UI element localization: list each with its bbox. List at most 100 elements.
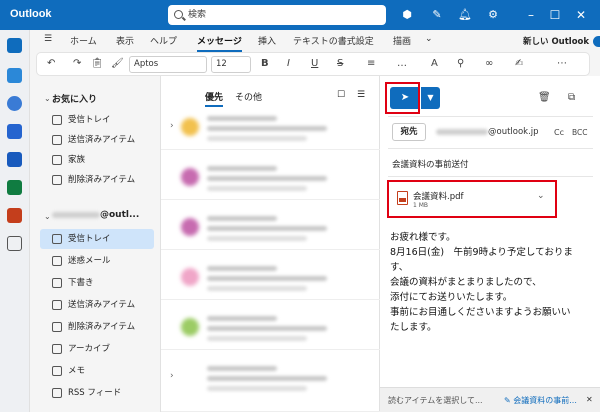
bold-icon[interactable]: B [261,58,269,69]
folder-rss[interactable]: RSS フィード [40,383,154,403]
favorites-header[interactable]: お気に入り [52,92,97,105]
send-icon [52,300,62,310]
attach-icon[interactable]: ⚲ [457,58,464,69]
to-button[interactable]: 宛先 [392,123,426,141]
list-item[interactable] [161,208,380,250]
ribbon-more-icon[interactable]: ⋯ [557,58,567,69]
chevron-right-icon[interactable]: › [170,121,174,131]
trash-icon[interactable]: 🗑︎ [538,92,551,103]
select-icon[interactable]: ☐ [337,90,345,100]
teams-icon[interactable]: ⬢ [400,8,414,22]
close-icon[interactable]: ✕ [572,6,590,24]
ribbon: ↶ ↷ 📋︎ 🖌︎ Aptos 12 B I U S ≡ … A ⚲ ∞ ✍ ⋯ [36,52,590,76]
maximize-icon[interactable]: ☐ [546,6,564,24]
folder-junk[interactable]: 迷惑メール [40,251,154,271]
format-painter-icon[interactable]: 🖌︎ [111,58,124,69]
calendar-icon[interactable] [7,68,22,83]
underline-icon[interactable]: U [311,58,318,69]
chevron-down-icon[interactable]: ⌄ [44,212,51,221]
tab-draft[interactable]: ✎ 会議資料の事前... [504,395,577,406]
folder-notes[interactable]: メモ [40,361,154,381]
list-item[interactable]: › [161,108,380,150]
folder-label: 下書き [68,278,94,288]
tab-text-format[interactable]: テキストの書式設定 [293,34,374,47]
list-item[interactable] [161,308,380,350]
tab-help[interactable]: ヘルプ [150,34,177,47]
chevron-right-icon[interactable]: › [170,371,174,381]
word-icon[interactable] [7,152,22,167]
clipboard-icon[interactable]: 📋︎ [91,58,104,69]
list-item[interactable] [161,258,380,300]
blurred-subject [207,226,327,231]
message-body[interactable]: お疲れ様です。 8月16日(金) 午前9時より予定しておりま す、 会議の資料が… [390,230,595,335]
popout-icon[interactable]: ⧉ [568,92,575,103]
tab-home[interactable]: ホーム [70,34,97,47]
hamburger-icon[interactable]: ☰ [44,34,52,44]
font-name-select[interactable]: Aptos [129,56,207,73]
folder-favorite-deleted[interactable]: 削除済みアイテム [40,170,154,190]
trash-icon [52,322,62,332]
pencil-icon [52,278,62,288]
close-icon[interactable]: ✕ [586,395,593,404]
list-item[interactable]: › [161,358,380,412]
subject-field[interactable]: 会議資料の事前送付 [392,158,469,170]
folder-sent[interactable]: 送信済みアイテム [40,295,154,315]
powerpoint-icon[interactable] [7,208,22,223]
folder-favorite-sent[interactable]: 送信済みアイテム [40,130,154,150]
excel-icon[interactable] [7,180,22,195]
redo-icon[interactable]: ↷ [73,58,81,69]
search-icon [174,10,183,19]
font-size-select[interactable]: 12 [211,56,251,73]
filter-icon[interactable]: ☰ [357,90,365,100]
folder-favorite-family[interactable]: 家族 [40,150,154,170]
account-header[interactable]: @outl... [52,210,139,220]
tab-message[interactable]: メッセージ [197,34,242,52]
blurred-preview [207,286,307,291]
mail-icon[interactable] [7,38,22,53]
folder-inbox[interactable]: 受信トレイ [40,229,154,249]
list-item[interactable] [161,158,380,200]
more-icon[interactable]: … [397,58,407,69]
tab-reading-placeholder[interactable]: 読むアイテムを選択して... [388,395,483,406]
folder-label: 送信済みアイテム [68,135,136,145]
bcc-button[interactable]: BCC [572,128,588,137]
search-input[interactable]: 検索 [168,5,386,25]
bullets-icon[interactable]: ≡ [367,58,375,69]
link-icon[interactable]: ∞ [485,58,493,69]
tab-view[interactable]: 表示 [116,34,134,47]
menu-bar: ☰ ホーム 表示 ヘルプ メッセージ 挿入 テキストの書式設定 描画 ⌄ 新しい… [30,30,600,52]
italic-icon[interactable]: I [287,58,290,69]
send-options-button[interactable]: ▼ [421,87,440,109]
bell-icon[interactable]: 🔔︎ [458,8,472,22]
highlight-attachment [387,180,557,218]
folder-deleted[interactable]: 削除済みアイテム [40,317,154,337]
feedback-icon[interactable]: ✎ [430,8,444,22]
tab-focused[interactable]: 優先 [205,90,224,107]
folder-drafts[interactable]: 下書き [40,273,154,293]
send-icon [52,135,62,145]
compose-pane: ➤ ▼ 🗑︎ ⧉ 宛先 @outlook.jp Cc BCC 会議資料の事前送付… [380,76,600,412]
new-outlook-label: 新しい Outlook [523,37,590,47]
folder-favorite-inbox[interactable]: 受信トレイ [40,110,154,130]
folder-archive[interactable]: アーカイブ [40,339,154,359]
strikethrough-icon[interactable]: S [337,58,343,69]
folder-label: 送信済みアイテム [68,300,136,310]
apps-icon[interactable] [7,236,22,251]
styles-icon[interactable]: A [431,58,438,69]
tab-draw[interactable]: 描画 [393,34,411,47]
chevron-down-icon[interactable]: ⌄ [44,94,51,103]
undo-icon[interactable]: ↶ [47,58,55,69]
people-icon[interactable] [7,96,22,111]
minimize-icon[interactable]: – [522,6,540,24]
tab-insert[interactable]: 挿入 [258,34,276,47]
todo-icon[interactable] [7,124,22,139]
tab-other[interactable]: その他 [235,90,262,103]
to-address[interactable]: @outlook.jp [436,127,539,137]
cc-button[interactable]: Cc [554,128,564,137]
signature-icon[interactable]: ✍ [515,58,523,69]
folder-label: 削除済みアイテム [68,322,136,332]
new-outlook-toggle[interactable] [593,36,600,47]
gear-icon[interactable]: ⚙ [486,8,500,22]
chevron-down-icon[interactable]: ⌄ [425,34,433,44]
account-suffix: @outl... [100,210,140,220]
